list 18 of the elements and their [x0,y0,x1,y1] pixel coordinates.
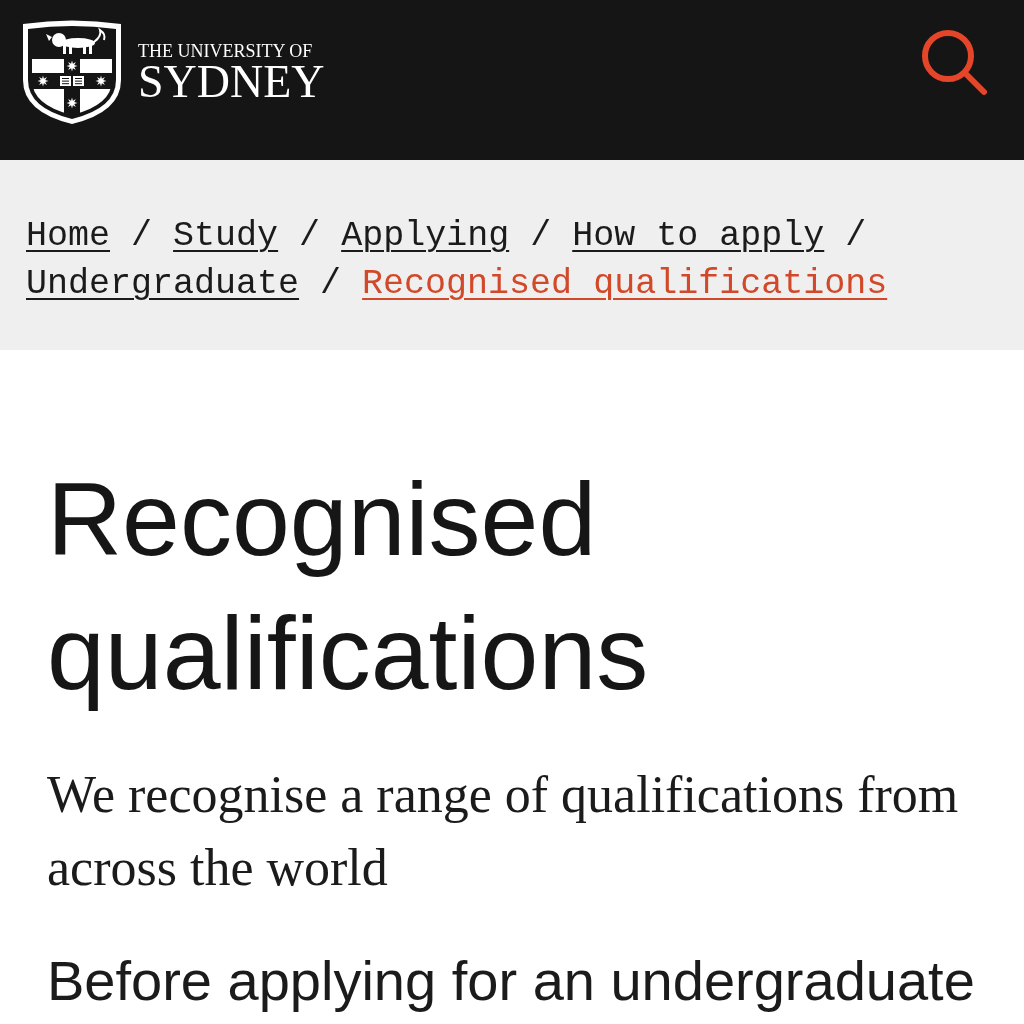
current-page-link[interactable]: Recognised qualifications [362,264,888,304]
page-title: Recognised qualifications [47,460,650,713]
breadcrumb-link[interactable]: Undergraduate [26,264,300,304]
breadcrumb-link[interactable]: Study [173,216,279,256]
breadcrumb-separator: / [299,216,321,256]
body-text: Before applying for an undergraduate [47,948,976,1014]
breadcrumb-separator: / [845,216,867,256]
breadcrumb-link[interactable]: Home [26,216,110,256]
breadcrumb-separator: / [320,264,342,304]
shield-crest-icon [22,20,122,124]
breadcrumb-link[interactable]: Applying [341,216,510,256]
search-icon[interactable] [920,28,988,96]
breadcrumb-separator: / [530,216,552,256]
breadcrumb-link[interactable]: How to apply [572,216,825,256]
intro-text: We recognise a range of qualifications from across the world [47,765,960,898]
wordmark-lower-line: SYDNEY [138,62,325,102]
wordmark-upper-line: THE UNIVERSITY OF [138,40,313,62]
breadcrumb-separator: / [131,216,153,256]
